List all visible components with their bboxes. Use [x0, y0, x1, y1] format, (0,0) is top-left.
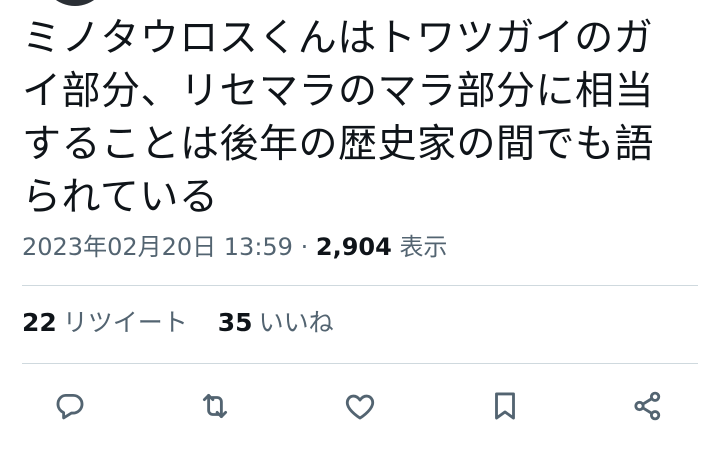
- views-count: 2,904: [315, 233, 392, 261]
- likes-stat[interactable]: 35 いいね: [218, 306, 334, 340]
- retweets-label: リツイート: [62, 308, 188, 337]
- divider: [22, 285, 698, 286]
- bookmark-icon: [495, 392, 515, 420]
- bookmark-button[interactable]: [481, 380, 529, 432]
- tweet-text-line: られている: [22, 175, 219, 220]
- views-label: 表示: [399, 233, 448, 261]
- likes-label: いいね: [258, 308, 334, 337]
- tweet-text-line: ミノタウロスくんはトワツガイのガ: [22, 16, 654, 61]
- share-icon: [634, 391, 661, 421]
- like-icon: [345, 394, 375, 420]
- likes-count: 35: [217, 308, 253, 337]
- tweet-text-line: することは後年の歴史家の間でも語: [22, 122, 655, 167]
- reply-icon: [56, 393, 84, 420]
- tweet-stats: 22 リツイート 35 いいね: [22, 306, 356, 340]
- timestamp[interactable]: 2023年02月20日 13:59: [22, 233, 293, 261]
- tweet-meta: 2023年02月20日 13:59 · 2,904 表示: [22, 230, 447, 264]
- meta-separator: ·: [300, 233, 309, 261]
- retweets-count: 22: [22, 308, 57, 337]
- tweet-text: ミノタウロスくんはトワツガイのガ イ部分、リセマラのマラ部分に相当 することは後…: [22, 12, 702, 224]
- retweets-stat[interactable]: 22 リツイート: [22, 306, 188, 340]
- action-bar: [0, 380, 720, 436]
- share-button[interactable]: [624, 380, 672, 432]
- tweet-text-line: イ部分、リセマラのマラ部分に相当: [22, 69, 655, 114]
- divider: [22, 363, 698, 364]
- reply-button[interactable]: [46, 380, 94, 432]
- like-button[interactable]: [336, 380, 384, 432]
- avatar[interactable]: [42, 0, 108, 6]
- retweet-button[interactable]: [191, 380, 239, 432]
- retweet-icon: [202, 393, 228, 419]
